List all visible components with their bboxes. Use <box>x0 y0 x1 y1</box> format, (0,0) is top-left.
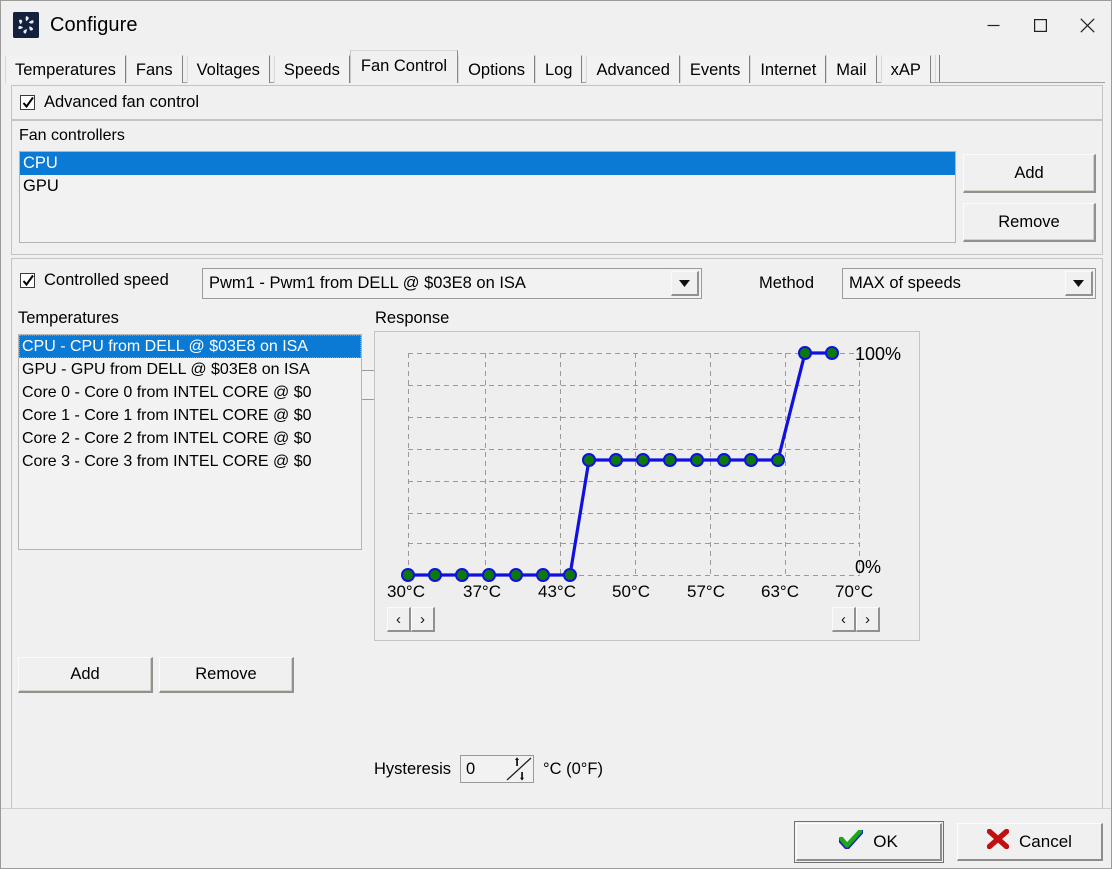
window-title: Configure <box>50 13 138 36</box>
minimize-icon[interactable] <box>970 1 1017 49</box>
tab-mail[interactable]: Mail <box>826 55 877 83</box>
fan-control-page: Advanced fan control Fan controllers CPU… <box>1 83 1111 813</box>
fan-controllers-add-button[interactable]: Add <box>963 154 1096 193</box>
cancel-button-label: Cancel <box>1019 831 1072 851</box>
window-controls <box>970 1 1111 49</box>
chevron-down-icon[interactable] <box>671 271 699 296</box>
chart-ylabel-top: 100% <box>855 344 902 364</box>
ok-button-label: OK <box>873 831 898 851</box>
tab-options[interactable]: Options <box>458 55 535 83</box>
tab-voltages[interactable]: Voltages <box>186 55 270 83</box>
fan-controllers-remove-button[interactable]: Remove <box>963 203 1096 242</box>
temperatures-add-button[interactable]: Add <box>18 657 153 693</box>
cross-icon <box>986 828 1010 854</box>
check-icon <box>837 828 864 854</box>
title-bar: Configure <box>1 1 1111 49</box>
chart-left-nav[interactable]: ‹ › <box>387 607 435 632</box>
dialog-footer: OK Cancel <box>1 808 1111 868</box>
controlled-speed-row[interactable]: Controlled speed <box>20 271 169 290</box>
fan-controllers-listbox[interactable]: CPU GPU <box>19 151 956 243</box>
chart-xtick-2: 43°C <box>538 582 576 601</box>
fan-controllers-group: Fan controllers CPU GPU Add Remove <box>11 120 1103 255</box>
chart-range-left-button[interactable]: ‹ <box>832 607 856 632</box>
advanced-fan-control-label: Advanced fan control <box>44 93 200 111</box>
temperatures-listbox[interactable]: CPU - CPU from DELL @ $03E8 on ISA GPU -… <box>18 334 362 550</box>
chart-scroll-left-button[interactable]: ‹ <box>387 607 411 632</box>
fan-icon <box>13 12 39 38</box>
tab-internet[interactable]: Internet <box>750 55 827 83</box>
list-item[interactable]: Core 0 - Core 0 from INTEL CORE @ $0 <box>19 381 361 404</box>
ok-button[interactable]: OK <box>794 821 944 863</box>
chart-ylabel-bottom: 0% <box>855 557 882 577</box>
tab-strip-end <box>934 55 940 83</box>
hysteresis-row: Hysteresis 0 °C (0°F) <box>374 755 603 783</box>
chart-xtick-6: 70°C <box>835 582 873 601</box>
list-item[interactable]: CPU - CPU from DELL @ $03E8 on ISA <box>19 335 361 358</box>
tab-temperatures[interactable]: Temperatures <box>5 55 126 83</box>
controlled-speed-select[interactable]: Pwm1 - Pwm1 from DELL @ $03E8 on ISA <box>202 268 702 299</box>
cancel-button[interactable]: Cancel <box>957 823 1103 861</box>
chart-xtick-5: 63°C <box>761 582 799 601</box>
close-icon[interactable] <box>1064 1 1111 49</box>
configure-window: Configure Temperatures Fans Voltages Spe… <box>0 0 1112 869</box>
hysteresis-spin-buttons[interactable] <box>506 757 532 781</box>
controller-detail-group: Controlled speed Pwm1 - Pwm1 from DELL @… <box>11 258 1103 813</box>
tab-events[interactable]: Events <box>679 55 751 83</box>
chart-xtick-0: 30°C <box>387 582 425 601</box>
controlled-speed-checkbox[interactable] <box>20 273 35 288</box>
chevron-down-icon[interactable] <box>1065 271 1093 296</box>
list-item[interactable]: Core 3 - Core 3 from INTEL CORE @ $0 <box>19 450 361 473</box>
list-item[interactable]: GPU <box>20 175 955 198</box>
method-value: MAX of speeds <box>849 274 961 292</box>
tab-bar: Temperatures Fans Voltages Speeds Fan Co… <box>1 49 1111 83</box>
tab-xap[interactable]: xAP <box>880 55 931 83</box>
hysteresis-unit: °C (0°F) <box>543 759 603 778</box>
hysteresis-value: 0 <box>466 759 476 778</box>
method-select[interactable]: MAX of speeds <box>842 268 1096 299</box>
list-item[interactable]: CPU <box>20 152 955 175</box>
tab-speeds[interactable]: Speeds <box>273 55 350 83</box>
advanced-fan-control-panel: Advanced fan control <box>11 85 1103 120</box>
controlled-speed-value: Pwm1 - Pwm1 from DELL @ $03E8 on ISA <box>209 274 526 292</box>
tab-fan-control[interactable]: Fan Control <box>349 50 459 83</box>
hysteresis-stepper[interactable]: 0 <box>460 755 535 783</box>
chart-xtick-3: 50°C <box>612 582 650 601</box>
maximize-icon[interactable] <box>1017 1 1064 49</box>
chart-scroll-right-button[interactable]: › <box>411 607 435 632</box>
temperatures-caption: Temperatures <box>18 309 119 327</box>
response-caption: Response <box>375 309 450 327</box>
temperatures-remove-button[interactable]: Remove <box>159 657 294 693</box>
method-label: Method <box>759 274 815 292</box>
list-item[interactable]: Core 1 - Core 1 from INTEL CORE @ $0 <box>19 404 361 427</box>
response-plot-panel[interactable]: 100% 0% 30°C 37°C 43°C 50°C 57°C 63°C 70… <box>374 331 920 641</box>
controlled-speed-label: Controlled speed <box>44 271 169 289</box>
list-item[interactable]: GPU - GPU from DELL @ $03E8 on ISA <box>19 358 361 381</box>
chart-range-right-button[interactable]: › <box>856 607 880 632</box>
advanced-fan-control-row[interactable]: Advanced fan control <box>20 93 199 112</box>
chart-right-nav[interactable]: ‹ › <box>832 607 880 632</box>
hysteresis-label: Hysteresis <box>374 759 452 778</box>
fan-controllers-caption: Fan controllers <box>19 127 125 144</box>
tab-fans[interactable]: Fans <box>125 55 183 83</box>
chart-xtick-1: 37°C <box>463 582 501 601</box>
chart-xtick-4: 57°C <box>687 582 725 601</box>
list-item[interactable]: Core 2 - Core 2 from INTEL CORE @ $0 <box>19 427 361 450</box>
tab-log[interactable]: Log <box>534 55 583 83</box>
tab-advanced[interactable]: Advanced <box>586 55 680 83</box>
advanced-fan-control-checkbox[interactable] <box>20 95 35 110</box>
